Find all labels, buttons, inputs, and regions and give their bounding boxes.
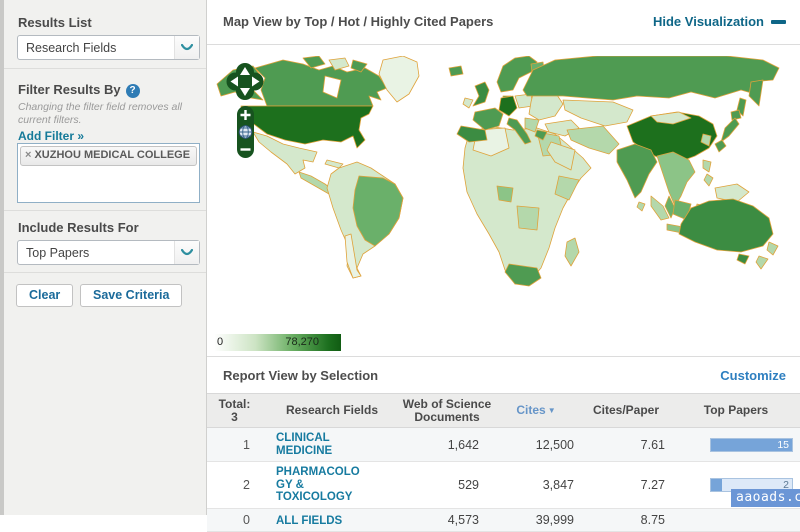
col-top-papers: Top Papers: [672, 402, 800, 419]
research-field-link[interactable]: ALL FIELDS: [276, 515, 368, 528]
row-cites-per-paper: 7.27: [580, 478, 672, 492]
customize-link[interactable]: Customize: [720, 368, 786, 383]
row-cites: 3,847: [492, 478, 580, 492]
filter-list-box[interactable]: ×XUZHOU MEDICAL COLLEGE: [17, 143, 200, 203]
sort-desc-icon: ▼: [548, 406, 556, 415]
minus-icon: [771, 20, 786, 24]
col-cites-per-paper: Cites/Paper: [580, 402, 672, 419]
top-papers-bar-fill: [711, 479, 722, 491]
report-view-title: Report View by Selection: [223, 368, 378, 383]
filter-chip-label: XUZHOU MEDICAL COLLEGE: [34, 149, 190, 161]
top-papers-bar: 15: [710, 438, 793, 452]
map-zoom-control[interactable]: [237, 106, 254, 158]
table-row: 2 PHARMACOLOGY & TOXICOLOGY 529 3,847 7.…: [207, 462, 800, 509]
map-view-title: Map View by Top / Hot / Highly Cited Pap…: [223, 14, 493, 29]
row-documents: 529: [402, 478, 492, 492]
world-map[interactable]: [207, 56, 800, 310]
add-filter-link[interactable]: Add Filter »: [18, 129, 84, 143]
globe-icon: [239, 126, 252, 139]
table-body: 1 CLINICAL MEDICINE 1,642 12,500 7.61 15…: [207, 428, 800, 532]
watermark: aaoads.com: [731, 489, 800, 507]
include-results-select[interactable]: Top Papers: [17, 240, 200, 265]
divider: [4, 68, 206, 69]
col-cites[interactable]: Cites▼: [492, 402, 580, 419]
divider: [4, 272, 206, 273]
chevron-down-icon: [174, 241, 199, 264]
col-total: Total:3: [207, 396, 262, 426]
map-panel-header: Map View by Top / Hot / Highly Cited Pap…: [207, 0, 800, 45]
filter-note: Changing the filter field removes all cu…: [18, 101, 196, 127]
clear-button[interactable]: Clear: [16, 284, 73, 307]
chevron-down-icon: [174, 36, 199, 59]
filter-sidebar: Results List Research Fields Filter Resu…: [0, 0, 207, 515]
top-papers-value: 15: [777, 439, 789, 452]
row-rank: 2: [207, 478, 262, 492]
filter-chip: ×XUZHOU MEDICAL COLLEGE: [20, 146, 197, 166]
include-results-label: Include Results For: [18, 220, 139, 235]
help-icon[interactable]: ?: [126, 84, 140, 98]
col-documents: Web of Science Documents: [402, 396, 492, 426]
map-legend: 0 78,270: [215, 334, 341, 351]
table-header-row: Total:3 Research Fields Web of Science D…: [207, 393, 800, 428]
table-row: 1 CLINICAL MEDICINE 1,642 12,500 7.61 15: [207, 428, 800, 462]
divider: [4, 210, 206, 211]
results-list-label: Results List: [18, 15, 92, 30]
results-list-value: Research Fields: [18, 41, 174, 55]
row-cites-per-paper: 7.61: [580, 438, 672, 452]
hide-visualization-label: Hide Visualization: [653, 14, 764, 29]
table-row: 0 ALL FIELDS 4,573 39,999 8.75: [207, 509, 800, 532]
save-criteria-button[interactable]: Save Criteria: [80, 284, 182, 307]
report-panel: Report View by Selection Customize Total…: [207, 356, 800, 532]
remove-chip-icon[interactable]: ×: [25, 149, 31, 161]
research-field-link[interactable]: CLINICAL MEDICINE: [276, 432, 368, 457]
hide-visualization-link[interactable]: Hide Visualization: [653, 14, 786, 29]
col-research-fields: Research Fields: [262, 402, 402, 419]
row-cites: 12,500: [492, 438, 580, 452]
row-rank: 1: [207, 438, 262, 452]
research-field-link[interactable]: PHARMACOLOGY & TOXICOLOGY: [276, 466, 368, 504]
legend-min: 0: [217, 336, 223, 348]
include-results-value: Top Papers: [18, 246, 174, 260]
row-documents: 1,642: [402, 438, 492, 452]
filter-results-by-label: Filter Results By: [18, 82, 121, 97]
legend-max: 78,270: [285, 336, 319, 348]
results-list-select[interactable]: Research Fields: [17, 35, 200, 60]
